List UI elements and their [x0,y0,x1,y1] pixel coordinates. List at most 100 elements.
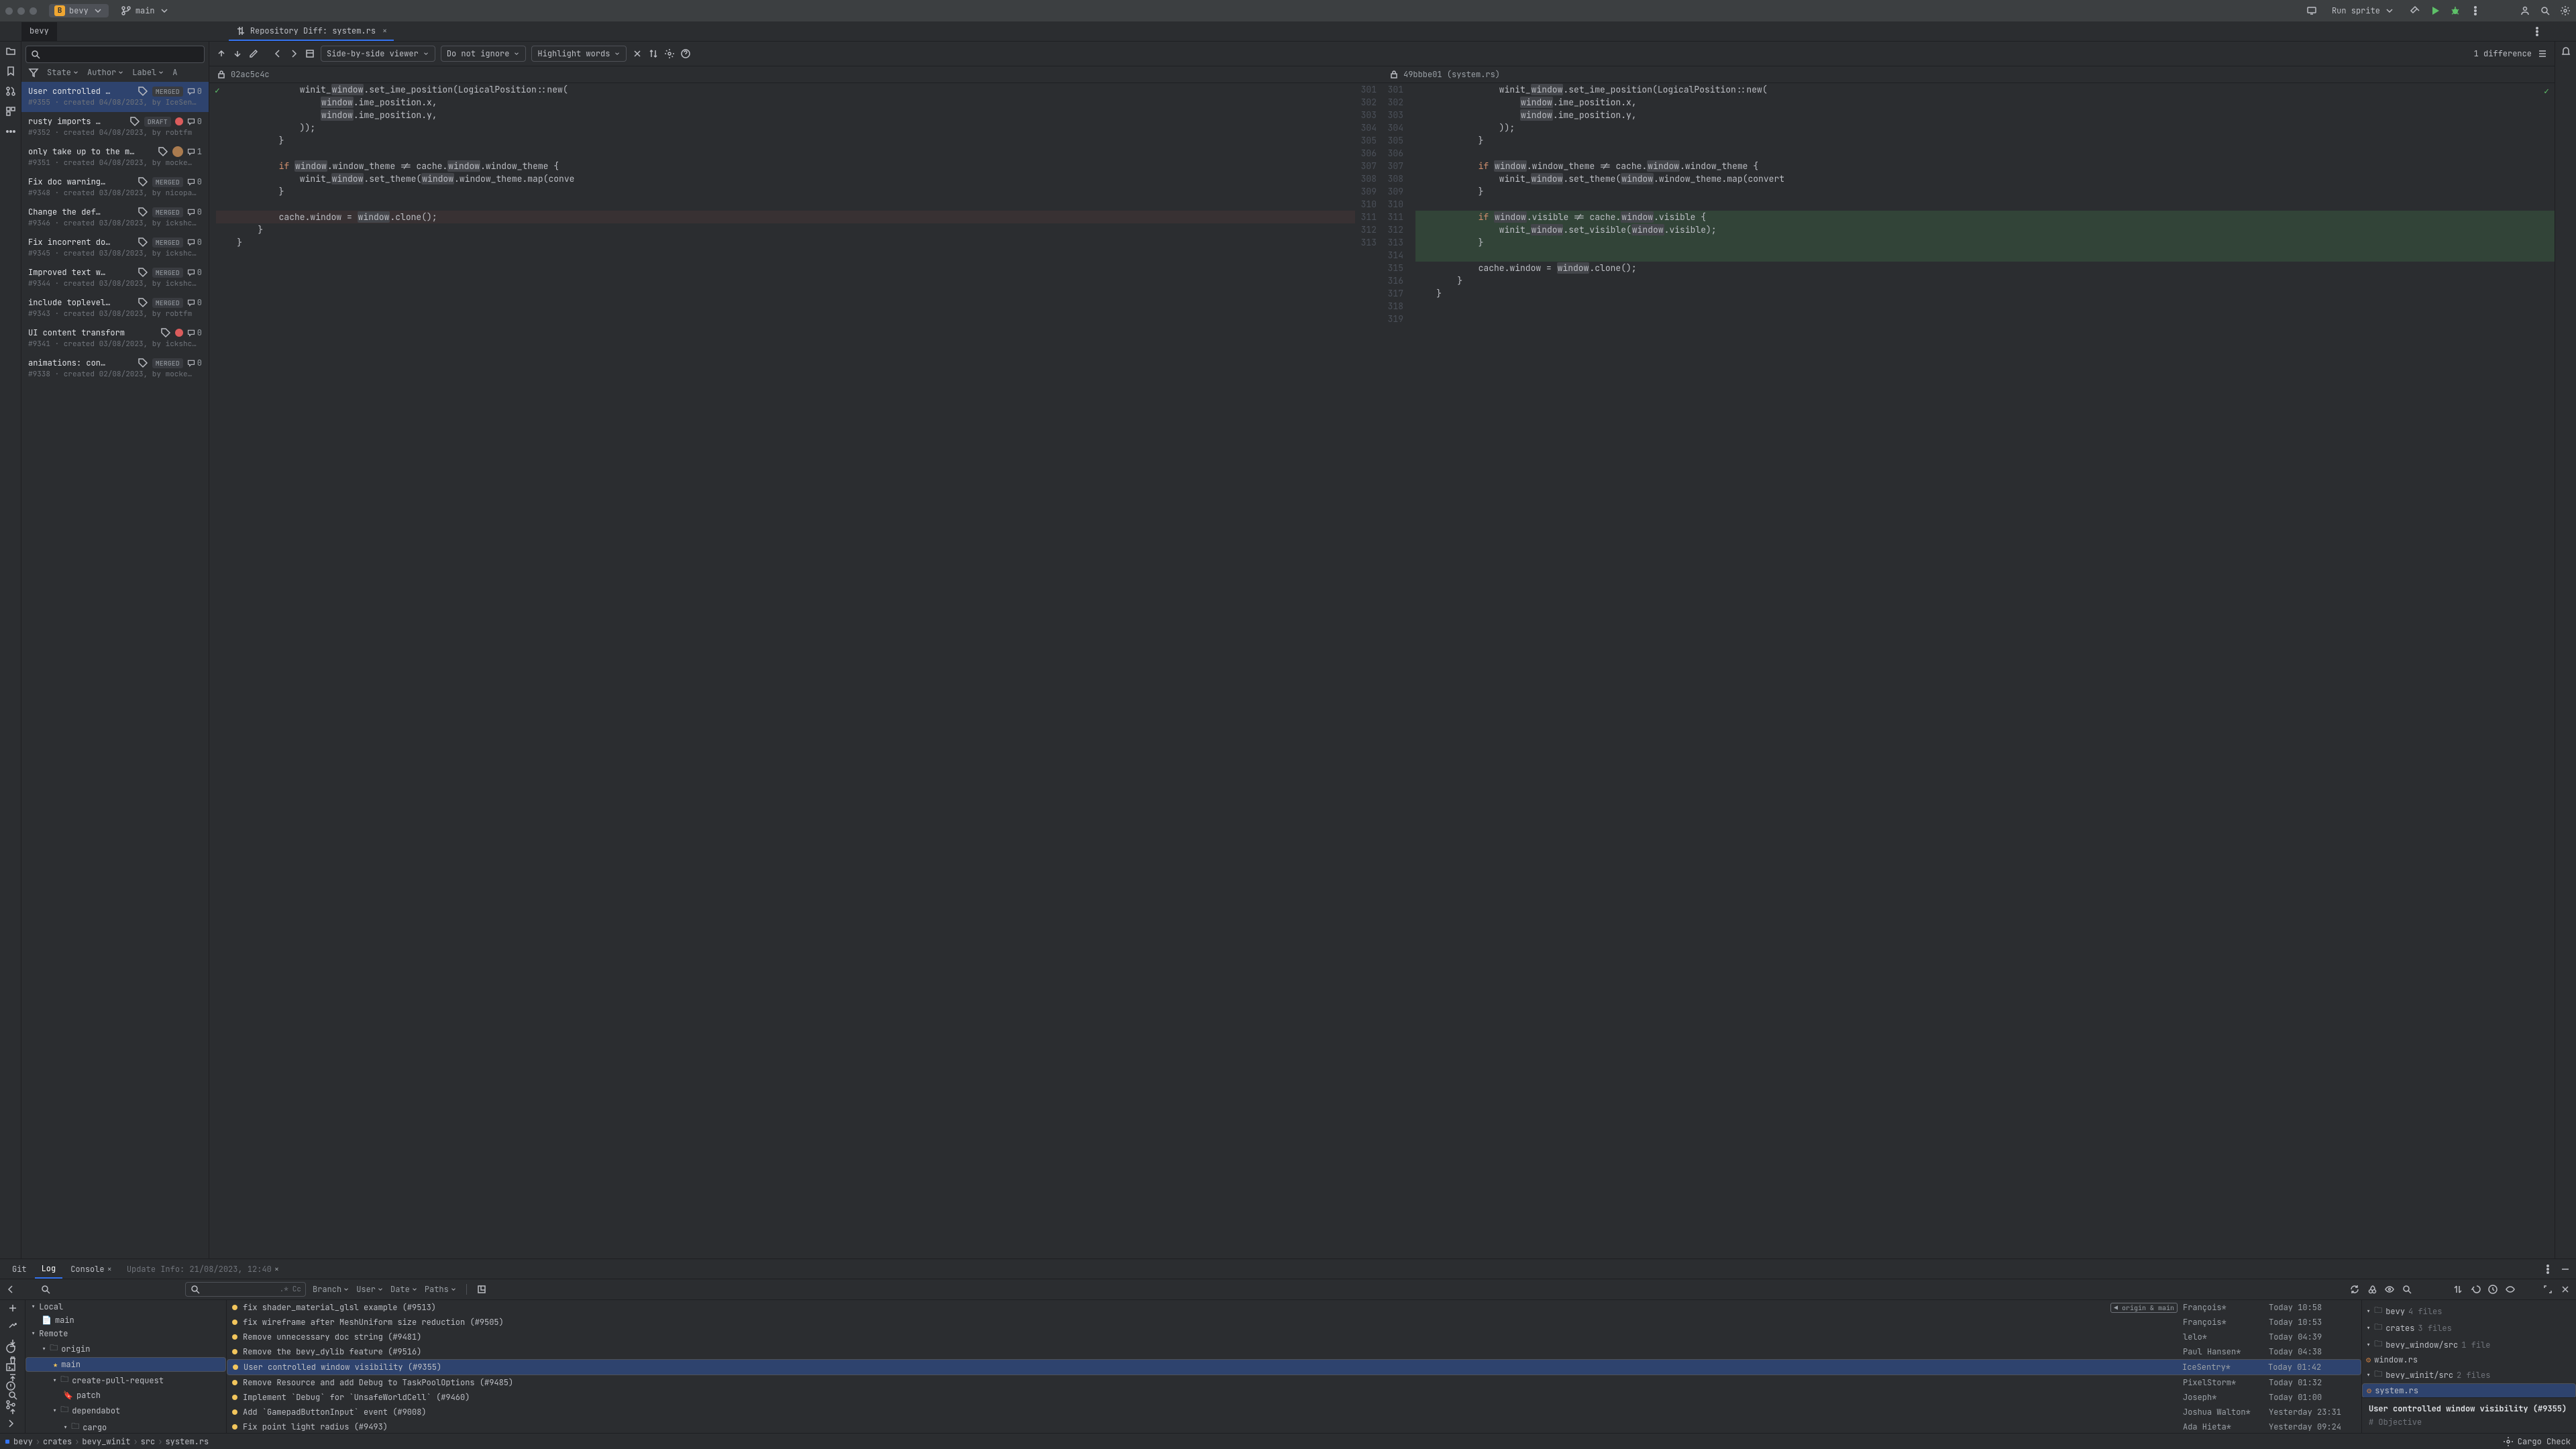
compare-icon[interactable] [2453,1284,2463,1295]
project-tab[interactable]: bevy [21,22,57,41]
detail-system-rs[interactable]: ⚙ system.rs [2362,1383,2576,1397]
search-icon[interactable] [2540,5,2551,16]
gear-icon[interactable] [664,48,675,59]
breadcrumb-item[interactable]: bevy_winit [82,1436,130,1447]
add-icon[interactable] [7,1303,18,1313]
zoom-dot[interactable] [30,7,37,15]
commit-row[interactable]: Implement `Debug` for `UnsafeWorldCell` … [227,1390,2361,1405]
editor-tab[interactable]: Repository Diff: system.rs × [229,22,394,41]
log-search[interactable]: .* Cc [185,1282,306,1297]
detail-bwin[interactable]: ▾ 🗀 bevy_winit/src 2 files [2362,1366,2576,1383]
pr-item[interactable]: Change the def…MERGED0#9346 · created 03… [21,203,209,233]
history-icon[interactable] [2487,1284,2498,1295]
git-icon[interactable] [5,1399,16,1410]
regex-toggle[interactable]: .* [280,1285,288,1294]
help-icon[interactable] [680,48,691,59]
breadcrumb-item[interactable]: crates [43,1436,72,1447]
list-icon[interactable] [2537,48,2548,59]
more-icon[interactable] [2470,5,2481,16]
preview-icon[interactable] [2505,1284,2516,1295]
close-icon[interactable]: × [274,1264,279,1275]
goto-icon[interactable] [2402,1284,2412,1295]
tab-console[interactable]: Console× [64,1260,119,1278]
bookmarks-icon[interactable] [5,66,16,76]
minimize-dot[interactable] [17,7,25,15]
settings-icon[interactable] [2560,5,2571,16]
sync-scroll-icon[interactable] [648,48,659,59]
filter-branch[interactable]: Branch [313,1284,350,1295]
filter-label[interactable]: Label [132,67,164,78]
close-icon[interactable] [2560,1284,2571,1295]
prev-change-icon[interactable] [216,48,227,59]
build-icon[interactable] [2410,5,2420,16]
pr-item[interactable]: User controlled …MERGED0#9355 · created … [21,82,209,112]
commit-row[interactable]: Remove unnecessary doc string (#9481)lel… [227,1330,2361,1344]
rust-icon[interactable] [5,1343,16,1354]
close-icon[interactable] [632,48,643,59]
run-icon[interactable] [2430,5,2440,16]
commit-row[interactable]: Add `GamepadButtonInput` event (#9008)Jo… [227,1405,2361,1419]
eye-icon[interactable] [2384,1284,2395,1295]
edit-icon[interactable] [248,48,259,59]
filter-user[interactable]: User [356,1284,384,1295]
more-icon[interactable] [2542,1264,2553,1275]
pr-search[interactable] [25,46,205,63]
next-change-icon[interactable] [232,48,243,59]
problems-icon[interactable] [5,1381,16,1391]
forward-icon[interactable] [288,48,299,59]
minimize-icon[interactable] [2560,1264,2571,1275]
filter-author[interactable]: Author [87,67,124,78]
filter-paths[interactable]: Paths [425,1284,457,1295]
tab-update-info[interactable]: Update Info: 21/08/2023, 12:40× [120,1264,286,1275]
close-icon[interactable]: × [107,1264,112,1275]
tree-origin[interactable]: ▾ 🗀 origin [25,1340,226,1357]
tree-dependabot[interactable]: ▾ 🗀 dependabot [25,1402,226,1419]
case-toggle[interactable]: Cc [292,1285,301,1294]
open-new-tab-icon[interactable] [476,1284,487,1295]
collapse-icon[interactable] [5,1284,16,1295]
tree-local[interactable]: ▾ Local [25,1300,226,1313]
close-dot[interactable] [5,7,13,15]
detail-root[interactable]: ▾ 🗀 bevy 4 files [2362,1303,2576,1320]
breadcrumb-item[interactable]: src [141,1436,156,1447]
filter-state[interactable]: State [47,67,79,78]
pr-item[interactable]: only take up to the m…1#9351 · created 0… [21,142,209,172]
commit-row[interactable]: User controlled window visibility (#9355… [227,1359,2361,1375]
diff-right-pane[interactable]: 3013023033043053063073083093103113123133… [1382,83,2555,1258]
checkout-icon[interactable] [7,1320,18,1331]
pull-request-icon[interactable] [5,86,16,97]
tree-remote[interactable]: ▾ Remote [25,1327,226,1340]
revert-icon[interactable] [2470,1284,2481,1295]
refresh-icon[interactable] [2349,1284,2360,1295]
terminal-icon[interactable] [5,1362,16,1373]
viewer-select[interactable]: Side-by-side viewer [321,46,435,62]
filter-date[interactable]: Date [390,1284,418,1295]
pr-item[interactable]: animations: con…MERGED0#9338 · created 0… [21,354,209,384]
detail-bw[interactable]: ▾ 🗀 bevy_window/src 1 file [2362,1336,2576,1353]
commit-row[interactable]: Fix point light radius (#9493)Ada Hieta*… [227,1419,2361,1433]
diff-left-pane[interactable]: winit_window.set_ime_position(LogicalPos… [209,83,1382,1258]
project-chip[interactable]: B bevy [49,4,109,17]
tree-patch[interactable]: 🔖 patch [25,1389,226,1402]
commit-row[interactable]: fix wireframe after MeshUniform size red… [227,1315,2361,1330]
expand-icon[interactable] [305,48,315,59]
breadcrumb-item[interactable]: bevy [13,1436,33,1447]
gear-icon[interactable] [2503,1436,2514,1447]
search-icon[interactable] [40,1284,51,1295]
filter-icon[interactable] [28,67,39,78]
pr-item[interactable]: Fix doc warning…MERGED0#9348 · created 0… [21,172,209,203]
cherry-pick-icon[interactable] [2367,1284,2377,1295]
highlight-select[interactable]: Highlight words [531,46,627,62]
close-tab-icon[interactable]: × [382,25,387,36]
structure-icon[interactable] [5,106,16,117]
pr-item[interactable]: rusty imports …DRAFT0#9352 · created 04/… [21,112,209,142]
filter-assignee[interactable]: A [172,67,177,78]
more-icon[interactable] [2532,26,2542,37]
tab-git[interactable]: Git [5,1260,34,1278]
pr-item[interactable]: include toplevel…MERGED0#9343 · created … [21,293,209,323]
status-indicator[interactable] [5,1440,9,1444]
more-icon[interactable] [5,126,16,137]
tree-cpr[interactable]: ▾ 🗀 create-pull-request [25,1372,226,1389]
commit-row[interactable]: Remove the bevy_dylib feature (#9516)Pau… [227,1344,2361,1359]
tree-local-main[interactable]: 📄 main [25,1313,226,1327]
